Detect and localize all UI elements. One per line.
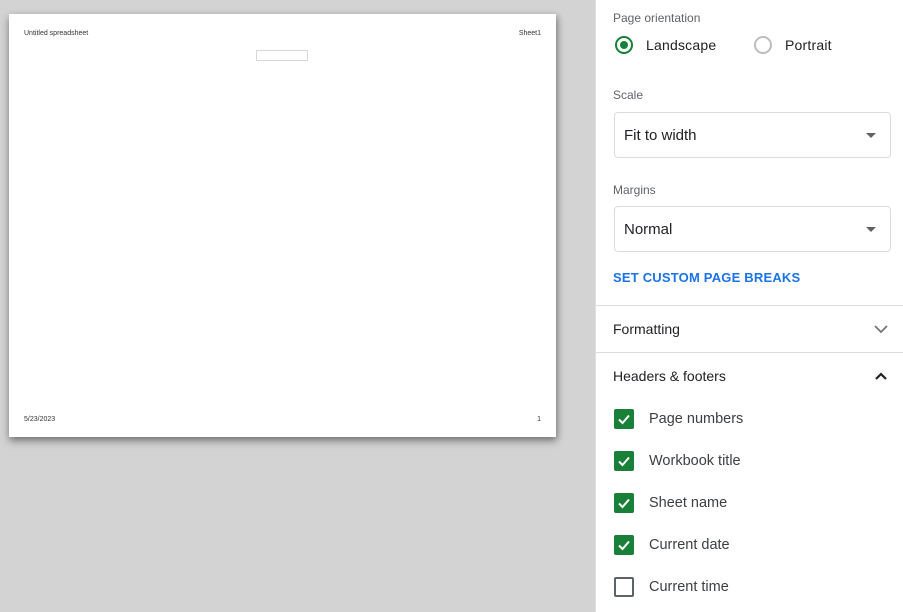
preview-header-sheet-name: Sheet1 <box>518 30 541 37</box>
checkbox-page-numbers-label: Page numbers <box>649 411 744 427</box>
formatting-section-header[interactable]: Formatting <box>596 306 903 352</box>
radio-portrait[interactable]: Portrait <box>754 36 832 54</box>
margins-select-value: Normal <box>624 220 673 238</box>
chevron-up-icon[interactable] <box>874 369 888 383</box>
scale-select-value: Fit to width <box>624 126 697 144</box>
checkbox-checked-icon[interactable] <box>614 409 634 429</box>
radio-landscape-label: Landscape <box>646 37 717 53</box>
headers-footers-section-header[interactable]: Headers & footers <box>596 353 903 399</box>
checkbox-checked-icon[interactable] <box>614 493 634 513</box>
margins-label: Margins <box>613 183 656 197</box>
checkbox-sheet-name-label: Sheet name <box>649 495 728 511</box>
checkbox-current-time-label: Current time <box>649 579 729 595</box>
checkbox-unchecked-icon[interactable] <box>614 577 634 597</box>
page-orientation-label: Page orientation <box>613 11 701 25</box>
preview-empty-cell <box>256 50 308 61</box>
checkbox-page-numbers[interactable]: Page numbers <box>614 409 743 429</box>
checkbox-workbook-title-label: Workbook title <box>649 453 741 469</box>
radio-checked-icon[interactable] <box>615 36 633 54</box>
print-settings-panel: Page orientation Landscape Portrait Scal… <box>595 0 903 612</box>
radio-portrait-label: Portrait <box>785 37 832 53</box>
margins-select[interactable]: Normal <box>614 206 891 252</box>
checkbox-checked-icon[interactable] <box>614 451 634 471</box>
dropdown-arrow-icon <box>866 133 876 138</box>
preview-page: Untitled spreadsheet Sheet1 5/23/2023 1 <box>9 14 556 437</box>
checkbox-checked-icon[interactable] <box>614 535 634 555</box>
checkbox-sheet-name[interactable]: Sheet name <box>614 493 727 513</box>
radio-unchecked-icon[interactable] <box>754 36 772 54</box>
checkbox-workbook-title[interactable]: Workbook title <box>614 451 741 471</box>
dropdown-arrow-icon <box>866 227 876 232</box>
preview-header-workbook-title: Untitled spreadsheet <box>24 30 89 37</box>
preview-footer-date: 5/23/2023 <box>24 416 56 423</box>
headers-footers-section-label: Headers & footers <box>613 368 726 384</box>
checkbox-current-time[interactable]: Current time <box>614 577 729 597</box>
formatting-section-label: Formatting <box>613 321 680 337</box>
preview-footer-page-number: 1 <box>537 416 541 423</box>
scale-label: Scale <box>613 88 644 102</box>
print-preview-area: Untitled spreadsheet Sheet1 5/23/2023 1 <box>0 0 595 612</box>
set-custom-page-breaks-link[interactable]: SET CUSTOM PAGE BREAKS <box>613 270 800 285</box>
scale-select[interactable]: Fit to width <box>614 112 891 158</box>
checkbox-current-date[interactable]: Current date <box>614 535 730 555</box>
radio-landscape[interactable]: Landscape <box>615 36 716 54</box>
chevron-down-icon[interactable] <box>874 322 888 336</box>
checkbox-current-date-label: Current date <box>649 537 730 553</box>
